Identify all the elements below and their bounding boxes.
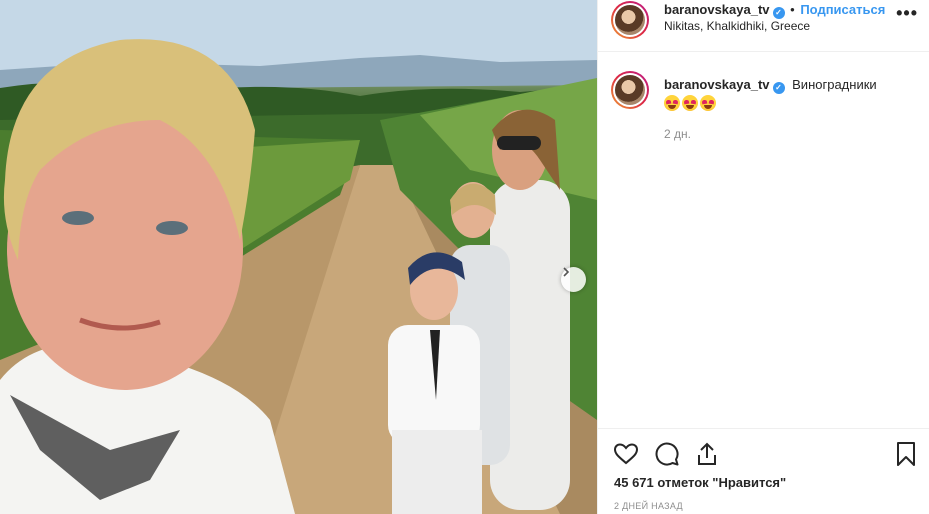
star-struck-emoji — [682, 95, 698, 111]
caption-username-link[interactable]: baranovskaya_tv — [664, 77, 770, 92]
likes-count[interactable]: 45 671 отметок "Нравится" — [614, 475, 786, 490]
separator-dot: • — [790, 2, 795, 17]
more-options-icon[interactable]: ••• — [896, 4, 918, 22]
username-link[interactable]: baranovskaya_tv — [664, 2, 770, 17]
actions-bar: 45 671 отметок "Нравится" 2 ДНЕЙ НАЗАД — [598, 428, 929, 514]
caption-emojis — [664, 95, 716, 113]
caption: baranovskaya_tv ✓ Виноградники — [664, 77, 877, 94]
caption-avatar[interactable] — [611, 71, 649, 109]
caption-timestamp[interactable]: 2 дн. — [664, 127, 691, 141]
bookmark-icon[interactable] — [893, 441, 919, 467]
header-user-line: baranovskaya_tv ✓ • Подписаться — [664, 2, 885, 19]
location-link[interactable]: Nikitas, Khalkidhiki, Greece — [664, 19, 810, 33]
post-side-panel: baranovskaya_tv ✓ • Подписаться Nikitas, … — [597, 0, 929, 514]
verified-badge-icon: ✓ — [772, 7, 785, 19]
carousel-next-button[interactable] — [561, 267, 586, 292]
post-photo[interactable] — [0, 0, 597, 514]
caption-text: Виноградники — [792, 77, 877, 92]
post-date[interactable]: 2 ДНЕЙ НАЗАД — [614, 501, 683, 511]
follow-button[interactable]: Подписаться — [800, 2, 885, 17]
avatar[interactable] — [611, 1, 649, 39]
verified-badge-icon: ✓ — [772, 82, 785, 94]
star-struck-emoji — [664, 95, 680, 111]
comment-icon[interactable] — [654, 441, 680, 467]
star-struck-emoji — [700, 95, 716, 111]
chevron-right-icon — [563, 267, 570, 277]
heart-icon[interactable] — [613, 441, 639, 467]
post-header: baranovskaya_tv ✓ • Подписаться Nikitas, … — [598, 0, 929, 52]
vineyard-photo — [0, 0, 597, 514]
share-icon[interactable] — [694, 441, 720, 467]
